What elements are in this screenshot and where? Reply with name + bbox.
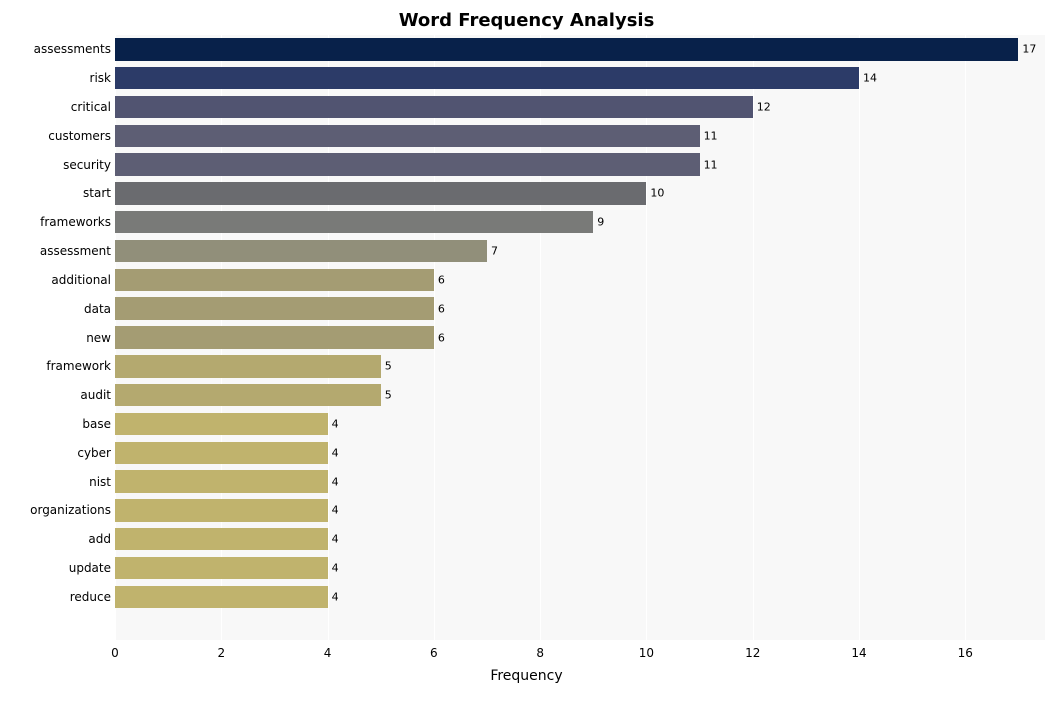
bar-value-label: 4 [332, 505, 339, 516]
x-axis-label: Frequency [0, 668, 1053, 684]
bar-value-label: 9 [597, 217, 604, 228]
y-tick-label: risk [90, 71, 111, 85]
bar [115, 96, 753, 118]
bar-value-label: 5 [385, 361, 392, 372]
bar-slot [115, 96, 1045, 118]
y-tick-label: audit [80, 388, 111, 402]
x-tick-label: 4 [324, 646, 332, 660]
bar [115, 326, 434, 348]
bar [115, 384, 381, 406]
bar [115, 38, 1018, 60]
bar-value-label: 6 [438, 303, 445, 314]
bar [115, 586, 328, 608]
y-tick-label: base [82, 417, 111, 431]
bar-slot [115, 413, 1045, 435]
bar-slot [115, 153, 1045, 175]
bar-slot [115, 125, 1045, 147]
y-tick-label: critical [71, 100, 111, 114]
bar-value-label: 4 [332, 534, 339, 545]
y-tick-label: framework [46, 359, 111, 373]
plot-area [115, 35, 1045, 640]
bar-value-label: 4 [332, 476, 339, 487]
y-tick-label: start [83, 186, 111, 200]
y-tick-label: reduce [70, 590, 111, 604]
y-tick-label: assessments [34, 42, 111, 56]
bar-slot [115, 442, 1045, 464]
y-tick-label: new [86, 331, 111, 345]
bar-value-label: 11 [704, 159, 718, 170]
x-tick-label: 0 [111, 646, 119, 660]
x-tick-label: 8 [536, 646, 544, 660]
y-tick-label: security [63, 158, 111, 172]
x-tick-label: 2 [217, 646, 225, 660]
chart-title: Word Frequency Analysis [0, 10, 1053, 31]
bar-slot [115, 355, 1045, 377]
x-tick-label: 14 [851, 646, 866, 660]
bar-slot [115, 182, 1045, 204]
bar-value-label: 6 [438, 274, 445, 285]
bar-value-label: 10 [650, 188, 664, 199]
y-tick-label: organizations [30, 503, 111, 517]
bar [115, 442, 328, 464]
bar-slot [115, 211, 1045, 233]
bar-value-label: 17 [1022, 44, 1036, 55]
bar-value-label: 7 [491, 246, 498, 257]
bar-slot [115, 586, 1045, 608]
bar-value-label: 4 [332, 562, 339, 573]
bar-slot [115, 557, 1045, 579]
bar-slot [115, 470, 1045, 492]
y-tick-label: add [88, 532, 111, 546]
bar [115, 355, 381, 377]
bar [115, 413, 328, 435]
y-tick-label: customers [48, 129, 111, 143]
bar-value-label: 4 [332, 418, 339, 429]
bar [115, 499, 328, 521]
bar [115, 240, 487, 262]
bar-slot [115, 240, 1045, 262]
bar [115, 125, 700, 147]
x-tick-label: 12 [745, 646, 760, 660]
bar-value-label: 5 [385, 390, 392, 401]
bar-value-label: 4 [332, 591, 339, 602]
bar-slot [115, 384, 1045, 406]
bar-value-label: 12 [757, 102, 771, 113]
bar [115, 470, 328, 492]
bar-slot [115, 38, 1045, 60]
bar-slot [115, 67, 1045, 89]
bar-value-label: 4 [332, 447, 339, 458]
x-tick-label: 16 [958, 646, 973, 660]
x-tick-label: 6 [430, 646, 438, 660]
bar-value-label: 14 [863, 73, 877, 84]
bar [115, 269, 434, 291]
y-tick-label: update [69, 561, 111, 575]
bar-value-label: 11 [704, 130, 718, 141]
chart-figure: Word Frequency Analysis assessments risk c… [0, 0, 1053, 701]
bar [115, 528, 328, 550]
bar-value-label: 6 [438, 332, 445, 343]
bar [115, 297, 434, 319]
y-tick-label: nist [89, 475, 111, 489]
y-tick-label: additional [51, 273, 111, 287]
x-tick-label: 10 [639, 646, 654, 660]
y-tick-label: data [84, 302, 111, 316]
bar-slot [115, 528, 1045, 550]
bar [115, 182, 646, 204]
bar [115, 557, 328, 579]
bar-slot [115, 499, 1045, 521]
y-tick-label: frameworks [40, 215, 111, 229]
bar [115, 153, 700, 175]
y-tick-label: assessment [40, 244, 111, 258]
bar-slot [115, 269, 1045, 291]
y-tick-label: cyber [77, 446, 111, 460]
bar-slot [115, 297, 1045, 319]
bar [115, 67, 859, 89]
bar-slot [115, 326, 1045, 348]
bar [115, 211, 593, 233]
